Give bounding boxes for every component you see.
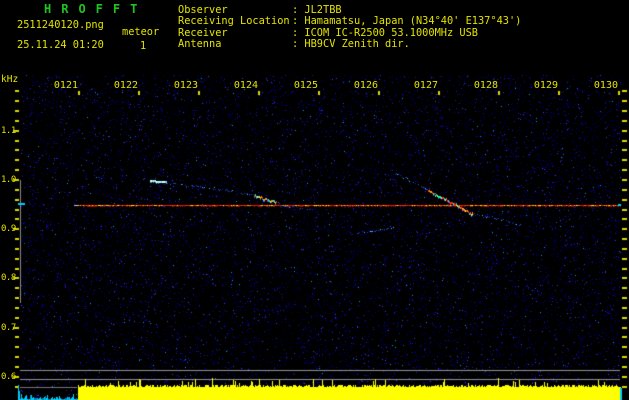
freq-label-1.1: 1.1 [1, 125, 16, 136]
time-label-0126: 0126 [353, 80, 378, 91]
freq-label-1.0: 1.0 [1, 175, 16, 185]
time-label-0123: 0123 [173, 80, 198, 91]
freq-label-0.7: 0.7 [1, 322, 16, 333]
freq-label-0.9: 0.9 [1, 224, 16, 235]
time-label-0127: 0127 [413, 80, 438, 91]
freq-label-0.8: 0.8 [1, 273, 16, 284]
time-label-0129: 0129 [533, 80, 558, 91]
filename-label: 2511240120.png [17, 19, 104, 31]
meteor-count: 1 [140, 40, 147, 52]
field-receiving-location: Receiving Location: Hamamatsu, Japan (N3… [178, 15, 522, 28]
time-label-0124: 0124 [233, 80, 258, 91]
time-label-0121: 0121 [53, 80, 78, 91]
hrofft-window: HROFFT 2511240120.png meteor 25.11.24 01… [0, 0, 629, 400]
field-value: : HB9CV Zenith dir. [292, 37, 410, 50]
freq-label-0.6: 0.6 [1, 371, 16, 382]
spectrogram-plot [0, 0, 629, 400]
time-label-0130: 0130 [593, 80, 618, 91]
time-label-0122: 0122 [113, 80, 138, 91]
time-label-0128: 0128 [473, 80, 498, 91]
time-label-0125: 0125 [293, 80, 318, 91]
field-value: : Hamamatsu, Japan (N34°40' E137°43') [292, 15, 522, 28]
mode-label: meteor [122, 26, 160, 38]
field-label: Antenna [178, 37, 222, 50]
y-axis-unit-label: kHz [1, 74, 19, 85]
datetime-label: 25.11.24 01:20 [17, 39, 104, 51]
app-title: HROFFT [44, 2, 148, 16]
station-info-block: Observer: JL2TBB Receiving Location: Hama… [178, 4, 522, 50]
field-antenna: Antenna : HB9CV Zenith dir. [178, 37, 521, 50]
field-label: Receiving Location [178, 15, 290, 28]
